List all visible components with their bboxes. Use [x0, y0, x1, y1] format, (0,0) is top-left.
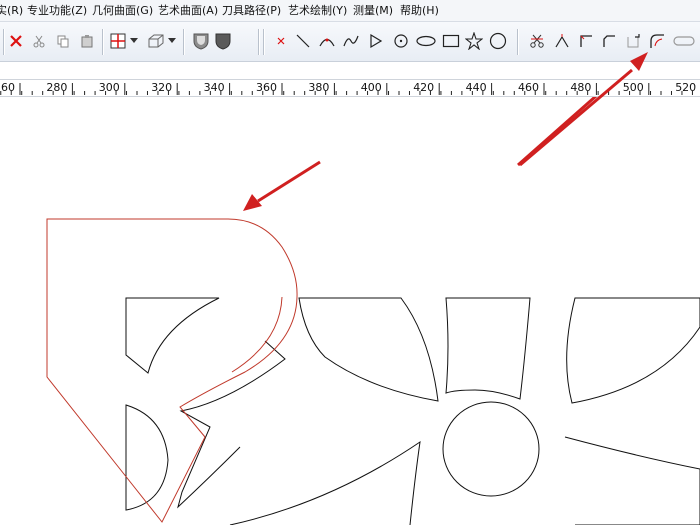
half-disc-left[interactable]	[125, 404, 169, 511]
arrow-to-toolbar-shaft-upper	[0, 0, 700, 204]
leaf-shape-top-left[interactable]	[125, 297, 220, 374]
outer-arc-top[interactable]	[298, 297, 439, 402]
pattern-geometry	[125, 297, 700, 526]
center-ellipse[interactable]	[442, 401, 540, 497]
outer-arc-top-right[interactable]	[566, 297, 700, 404]
selected-outline-inner-arc	[231, 296, 283, 373]
spoke-left[interactable]	[229, 440, 421, 526]
spoke-right[interactable]	[564, 436, 700, 526]
spoke-top-center[interactable]	[445, 297, 531, 400]
selected-outline[interactable]	[46, 218, 298, 523]
